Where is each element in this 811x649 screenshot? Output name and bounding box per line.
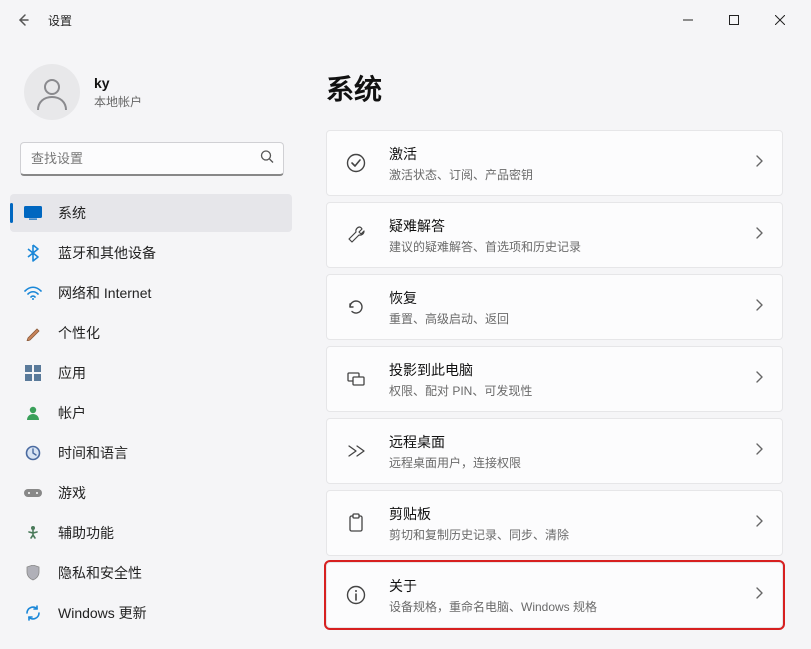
update-icon bbox=[24, 604, 42, 622]
nav-item-bluetooth[interactable]: 蓝牙和其他设备 bbox=[10, 234, 292, 272]
recovery-icon bbox=[345, 296, 367, 318]
maximize-icon bbox=[729, 15, 739, 25]
accessibility-icon bbox=[24, 524, 42, 542]
card-activation[interactable]: 激活激活状态、订阅、产品密钥 bbox=[326, 130, 783, 196]
nav-item-privacy[interactable]: 隐私和安全性 bbox=[10, 554, 292, 592]
window-title: 设置 bbox=[48, 12, 72, 29]
sidebar: ky 本地帐户 系统 蓝牙和其他设备 bbox=[0, 40, 298, 649]
nav-label: 系统 bbox=[58, 203, 86, 223]
card-subtitle: 重置、高级启动、返回 bbox=[389, 310, 754, 327]
chevron-right-icon bbox=[754, 370, 764, 389]
avatar bbox=[24, 64, 80, 120]
user-info: ky 本地帐户 bbox=[94, 75, 142, 110]
card-troubleshoot[interactable]: 疑难解答建议的疑难解答、首选项和历史记录 bbox=[326, 202, 783, 268]
nav-label: 时间和语言 bbox=[58, 443, 128, 463]
search-input[interactable] bbox=[20, 142, 284, 176]
card-subtitle: 设备规格，重命名电脑、Windows 规格 bbox=[389, 598, 754, 615]
search-icon bbox=[260, 150, 274, 169]
card-recovery[interactable]: 恢复重置、高级启动、返回 bbox=[326, 274, 783, 340]
close-icon bbox=[775, 15, 785, 25]
card-title: 投影到此电脑 bbox=[389, 360, 754, 380]
main-content: 系统 激活激活状态、订阅、产品密钥 疑难解答建议的疑难解答、首选项和历史记录 恢… bbox=[298, 40, 811, 649]
nav-label: Windows 更新 bbox=[58, 603, 147, 623]
chevron-right-icon bbox=[754, 586, 764, 605]
nav-item-accessibility[interactable]: 辅助功能 bbox=[10, 514, 292, 552]
project-icon bbox=[345, 368, 367, 390]
card-title: 疑难解答 bbox=[389, 216, 754, 236]
bluetooth-icon bbox=[24, 244, 42, 262]
clock-icon bbox=[24, 444, 42, 462]
nav-list: 系统 蓝牙和其他设备 网络和 Internet 个性化 应用 bbox=[10, 194, 292, 632]
card-title: 远程桌面 bbox=[389, 432, 754, 452]
check-circle-icon bbox=[345, 152, 367, 174]
gaming-icon bbox=[24, 484, 42, 502]
brush-icon bbox=[24, 324, 42, 342]
nav-label: 个性化 bbox=[58, 323, 100, 343]
card-remote-desktop[interactable]: 远程桌面远程桌面用户，连接权限 bbox=[326, 418, 783, 484]
card-project[interactable]: 投影到此电脑权限、配对 PIN、可发现性 bbox=[326, 346, 783, 412]
remote-desktop-icon bbox=[345, 440, 367, 462]
nav-item-system[interactable]: 系统 bbox=[10, 194, 292, 232]
back-arrow-icon bbox=[15, 12, 31, 28]
nav-item-accounts[interactable]: 帐户 bbox=[10, 394, 292, 432]
maximize-button[interactable] bbox=[711, 4, 757, 36]
minimize-icon bbox=[683, 15, 693, 25]
apps-icon bbox=[24, 364, 42, 382]
nav-item-update[interactable]: Windows 更新 bbox=[10, 594, 292, 632]
card-about[interactable]: 关于设备规格，重命名电脑、Windows 规格 bbox=[326, 562, 783, 628]
info-icon bbox=[345, 584, 367, 606]
nav-item-apps[interactable]: 应用 bbox=[10, 354, 292, 392]
clipboard-icon bbox=[345, 512, 367, 534]
card-subtitle: 剪切和复制历史记录、同步、清除 bbox=[389, 526, 754, 543]
nav-label: 蓝牙和其他设备 bbox=[58, 243, 156, 263]
close-button[interactable] bbox=[757, 4, 803, 36]
user-profile[interactable]: ky 本地帐户 bbox=[10, 50, 298, 138]
card-subtitle: 激活状态、订阅、产品密钥 bbox=[389, 166, 754, 183]
wrench-icon bbox=[345, 224, 367, 246]
user-subtitle: 本地帐户 bbox=[94, 93, 142, 110]
account-icon bbox=[24, 404, 42, 422]
card-title: 剪贴板 bbox=[389, 504, 754, 524]
chevron-right-icon bbox=[754, 514, 764, 533]
nav-label: 应用 bbox=[58, 363, 86, 383]
settings-cards: 激活激活状态、订阅、产品密钥 疑难解答建议的疑难解答、首选项和历史记录 恢复重置… bbox=[326, 130, 783, 628]
card-subtitle: 远程桌面用户，连接权限 bbox=[389, 454, 754, 471]
nav-label: 游戏 bbox=[58, 483, 86, 503]
nav-item-time-language[interactable]: 时间和语言 bbox=[10, 434, 292, 472]
nav-item-gaming[interactable]: 游戏 bbox=[10, 474, 292, 512]
card-clipboard[interactable]: 剪贴板剪切和复制历史记录、同步、清除 bbox=[326, 490, 783, 556]
wifi-icon bbox=[24, 284, 42, 302]
titlebar: 设置 bbox=[0, 0, 811, 40]
nav-item-network[interactable]: 网络和 Internet bbox=[10, 274, 292, 312]
nav-label: 隐私和安全性 bbox=[58, 563, 142, 583]
card-subtitle: 权限、配对 PIN、可发现性 bbox=[389, 382, 754, 399]
card-title: 激活 bbox=[389, 144, 754, 164]
card-title: 恢复 bbox=[389, 288, 754, 308]
chevron-right-icon bbox=[754, 442, 764, 461]
back-button[interactable] bbox=[8, 5, 38, 35]
page-title: 系统 bbox=[326, 68, 783, 108]
window-controls bbox=[665, 4, 803, 36]
system-icon bbox=[24, 204, 42, 222]
nav-label: 辅助功能 bbox=[58, 523, 114, 543]
settings-window: 设置 ky 本地帐户 bbox=[0, 0, 811, 649]
chevron-right-icon bbox=[754, 154, 764, 173]
card-subtitle: 建议的疑难解答、首选项和历史记录 bbox=[389, 238, 754, 255]
nav-label: 帐户 bbox=[58, 403, 86, 423]
nav-label: 网络和 Internet bbox=[58, 283, 151, 303]
card-title: 关于 bbox=[389, 576, 754, 596]
nav-item-personalization[interactable]: 个性化 bbox=[10, 314, 292, 352]
user-name: ky bbox=[94, 75, 142, 91]
chevron-right-icon bbox=[754, 298, 764, 317]
minimize-button[interactable] bbox=[665, 4, 711, 36]
search-container bbox=[20, 142, 284, 176]
shield-icon bbox=[24, 564, 42, 582]
chevron-right-icon bbox=[754, 226, 764, 245]
user-icon bbox=[32, 72, 72, 112]
